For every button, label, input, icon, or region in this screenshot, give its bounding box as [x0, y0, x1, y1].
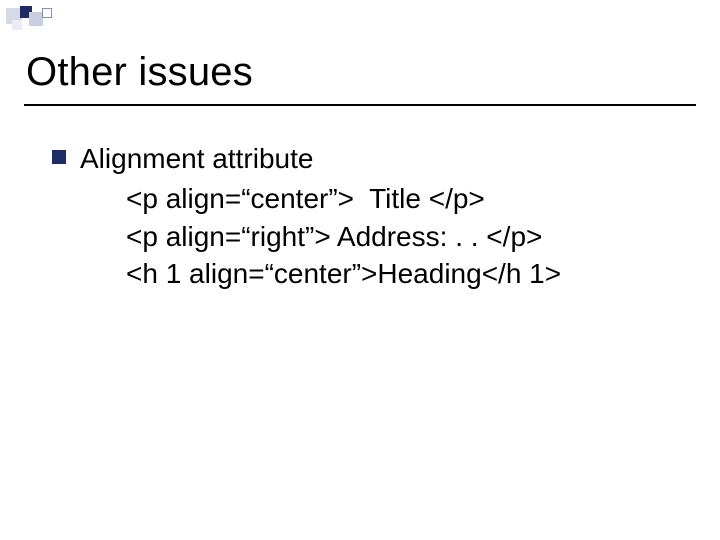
square-bullet-icon — [52, 150, 66, 164]
slide: Other issues Alignment attribute <p alig… — [0, 0, 720, 540]
code-line: <h 1 align=“center”>Heading</h 1> — [126, 255, 680, 293]
slide-body: Alignment attribute <p align=“center”> T… — [52, 140, 680, 293]
corner-decoration — [6, 6, 68, 32]
bullet-sublines: <p align=“center”> Title </p> <p align=“… — [126, 180, 680, 293]
deco-square — [12, 20, 22, 30]
code-line: <p align=“center”> Title </p> — [126, 180, 680, 218]
slide-title: Other issues — [26, 50, 253, 95]
code-line: <p align=“right”> Address: . . </p> — [126, 218, 680, 256]
deco-square — [42, 8, 52, 18]
bullet-item: Alignment attribute — [52, 140, 680, 178]
deco-square — [29, 12, 43, 26]
bullet-label: Alignment attribute — [80, 140, 313, 178]
title-underline — [24, 104, 696, 106]
